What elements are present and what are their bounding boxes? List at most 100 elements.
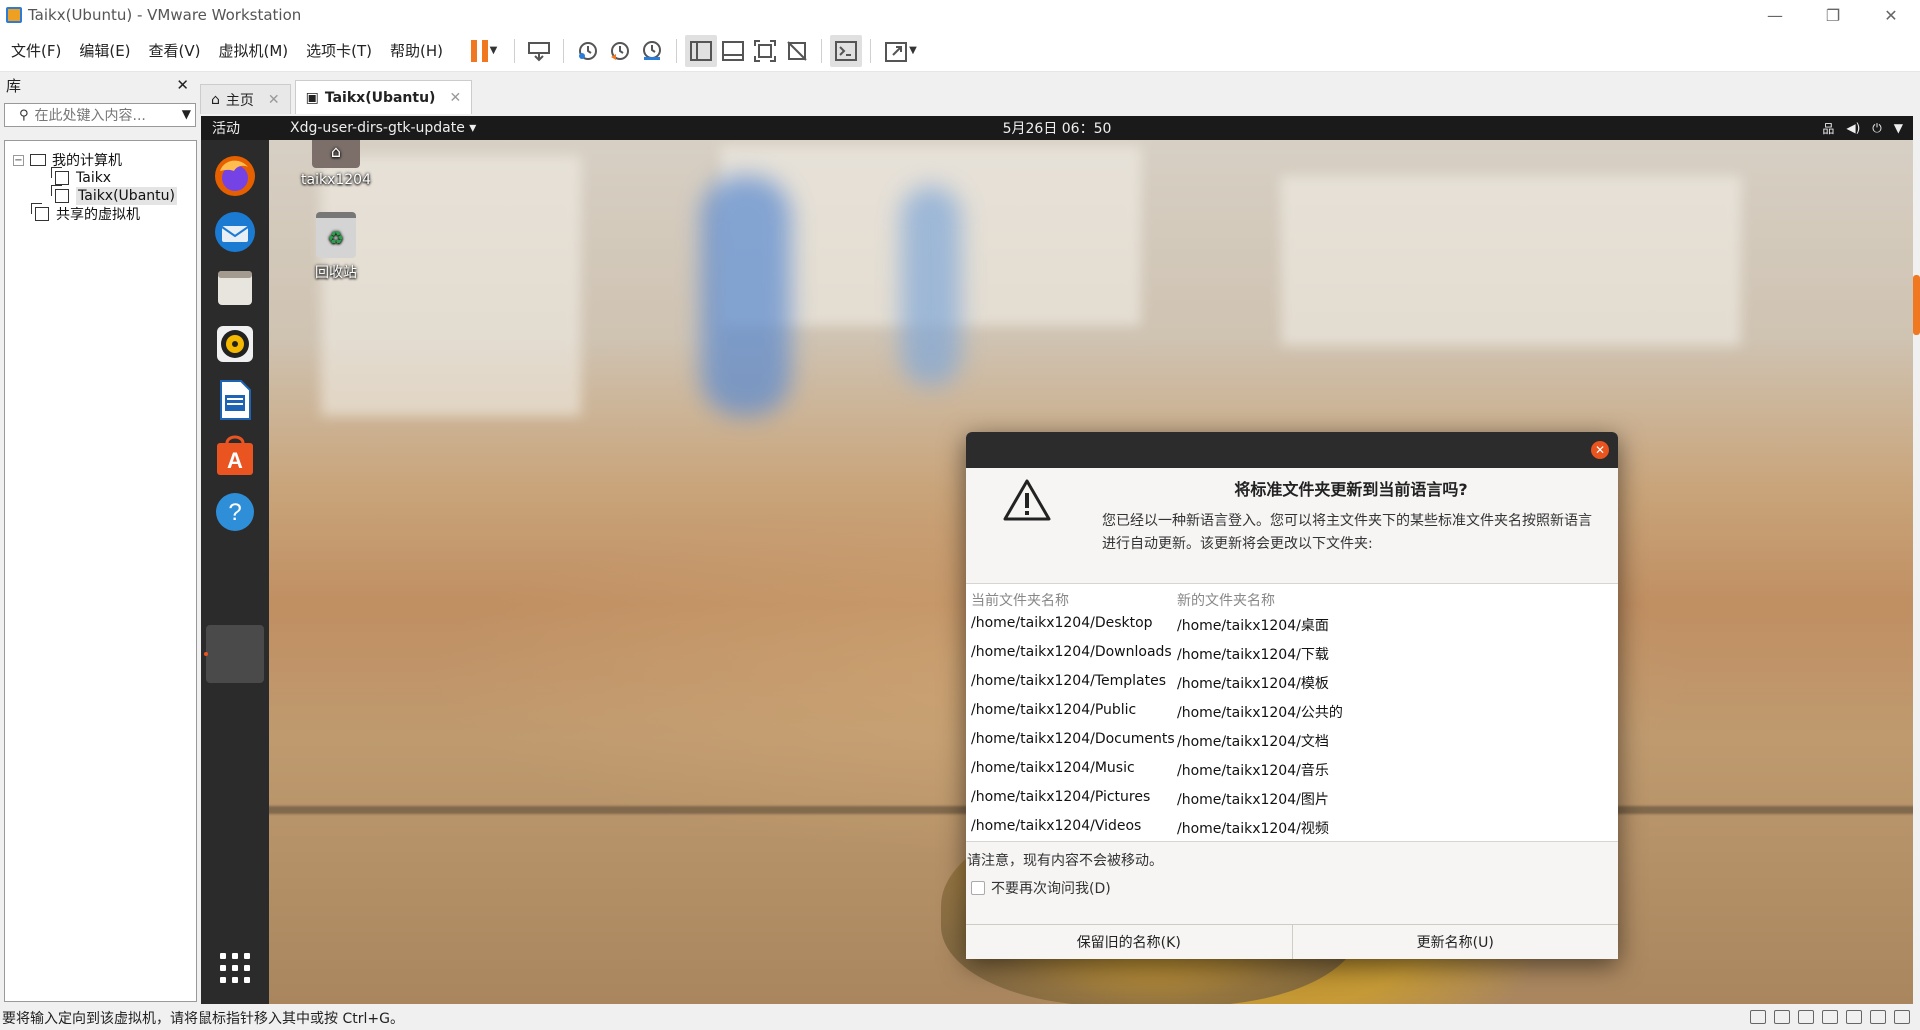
window-controls: — ❐ ✕	[1746, 0, 1920, 30]
dock-running-app[interactable]	[206, 625, 264, 683]
menu-edit[interactable]: 编辑(E)	[72, 40, 137, 61]
network-adapter-icon[interactable]	[1798, 1010, 1814, 1024]
library-layout-icon	[690, 40, 713, 61]
usb-icon[interactable]	[1822, 1010, 1838, 1024]
table-row[interactable]: /home/taikx1204/Videos/home/taikx1204/视频	[966, 813, 1618, 842]
dock-thunderbird[interactable]	[211, 208, 259, 256]
show-applications-button[interactable]	[211, 944, 259, 992]
dialog-note: 请注意，现有内容不会被移动。	[967, 853, 1163, 869]
table-row[interactable]: /home/taikx1204/Public/home/taikx1204/公共…	[966, 697, 1618, 726]
wallpaper-bright-area	[321, 156, 581, 416]
app-menu[interactable]: Xdg-user-dirs-gtk-update ▾	[290, 120, 476, 136]
dock-software[interactable]: A	[211, 432, 259, 480]
new-folder-cell: /home/taikx1204/公共的	[1177, 705, 1343, 721]
dock-firefox[interactable]	[211, 152, 259, 200]
suspend-button[interactable]: ▼	[462, 35, 506, 67]
snapshot-button[interactable]	[572, 35, 604, 67]
rhythmbox-icon	[217, 326, 253, 362]
tab-vm[interactable]: ▣ Taikx(Ubantu) ✕	[294, 80, 473, 114]
activities-button[interactable]: 活动	[212, 118, 240, 138]
revert-clock-icon	[611, 41, 630, 60]
dock-rhythmbox[interactable]	[211, 320, 259, 368]
dock-help[interactable]: ?	[211, 488, 259, 536]
dialog-close-button[interactable]: ✕	[1591, 441, 1609, 459]
vm-display[interactable]: 活动 Xdg-user-dirs-gtk-update ▾ 5月26日 06：5…	[201, 116, 1913, 1004]
table-row[interactable]: /home/taikx1204/Templates/home/taikx1204…	[966, 668, 1618, 697]
keep-old-names-button[interactable]: 保留旧的名称(K)	[966, 925, 1292, 959]
menu-help[interactable]: 帮助(H)	[383, 40, 450, 61]
table-row[interactable]: /home/taikx1204/Documents/home/taikx1204…	[966, 726, 1618, 755]
snapshot-clock-icon	[579, 41, 598, 60]
system-tray[interactable]: 品 ◀) ⏻ ▼	[1822, 120, 1903, 137]
unity-mode-icon	[787, 40, 807, 61]
close-tab-icon[interactable]: ✕	[268, 92, 280, 108]
tab-home[interactable]: ⌂ 主页 ✕	[200, 84, 291, 114]
toolbar-divider	[514, 38, 516, 63]
library-search-input[interactable]: ⚲ 在此处键入内容... ▼	[4, 103, 196, 127]
fullscreen-icon	[754, 39, 777, 62]
home-icon: ⌂	[211, 91, 220, 108]
display-icon[interactable]	[1894, 1010, 1910, 1024]
new-folder-cell: /home/taikx1204/图片	[1177, 792, 1329, 808]
chevron-down-icon[interactable]: ▼	[182, 107, 191, 121]
keyboard-send-icon	[528, 41, 551, 61]
wallpaper-bright-area	[1281, 176, 1741, 346]
restore-button[interactable]: ❐	[1804, 0, 1862, 30]
gnome-top-bar: 活动 Xdg-user-dirs-gtk-update ▾ 5月26日 06：5…	[201, 116, 1913, 140]
current-folder-cell: /home/taikx1204/Templates	[971, 673, 1166, 689]
full-screen-button[interactable]	[749, 35, 781, 67]
sound-card-icon[interactable]	[1870, 1010, 1886, 1024]
checkbox-box[interactable]	[971, 881, 985, 895]
menu-view[interactable]: 查看(V)	[142, 40, 208, 61]
show-thumbnail-bar-button[interactable]	[717, 35, 749, 67]
toolbar-divider	[563, 38, 565, 63]
menu-file[interactable]: 文件(F)	[4, 40, 68, 61]
new-folder-cell: /home/taikx1204/模板	[1177, 676, 1329, 692]
desktop-trash[interactable]: ♻ 回收站	[286, 212, 386, 282]
console-view-button[interactable]	[830, 34, 863, 67]
current-folder-cell: /home/taikx1204/Documents	[971, 731, 1175, 747]
send-ctrl-alt-del-button[interactable]	[523, 35, 555, 67]
close-window-button[interactable]: ✕	[1862, 0, 1920, 30]
tab-label: Taikx(Ubantu)	[324, 89, 436, 106]
tree-item-shared-vms[interactable]: 共享的虚拟机	[31, 203, 140, 225]
menu-tabs[interactable]: 选项卡(T)	[299, 40, 379, 61]
snapshot-manager-button[interactable]	[636, 35, 668, 67]
search-icon: ⚲	[19, 107, 29, 123]
unity-mode-button[interactable]	[781, 35, 813, 67]
table-row[interactable]: /home/taikx1204/Music/home/taikx1204/音乐	[966, 755, 1618, 784]
collapse-icon[interactable]: −	[13, 154, 24, 166]
volume-icon: ◀)	[1846, 121, 1861, 135]
help-icon: ?	[216, 493, 254, 531]
thunderbird-icon	[215, 212, 255, 252]
dont-ask-again-checkbox[interactable]: 不要再次询问我(D)	[971, 878, 1111, 898]
status-message: 要将输入定向到该虚拟机，请将鼠标指针移入其中或按 Ctrl+G。	[2, 1011, 404, 1027]
vm-vertical-scrollbar[interactable]	[1913, 80, 1920, 1004]
stretch-guest-button[interactable]: ▼	[879, 35, 923, 67]
tab-label: 主页	[225, 92, 254, 109]
hard-disk-icon[interactable]	[1750, 1010, 1766, 1024]
update-names-button[interactable]: 更新名称(U)	[1291, 925, 1618, 959]
snapshot-manager-icon	[643, 40, 662, 60]
revert-snapshot-button[interactable]	[604, 35, 636, 67]
files-icon	[218, 271, 252, 305]
table-row[interactable]: /home/taikx1204/Downloads/home/taikx1204…	[966, 639, 1618, 668]
table-row[interactable]: /home/taikx1204/Pictures/home/taikx1204/…	[966, 784, 1618, 813]
device-status-icons	[1750, 1010, 1910, 1024]
dock-libreoffice-writer[interactable]	[211, 376, 259, 424]
dock-files[interactable]	[211, 264, 259, 312]
app-grid-icon	[220, 953, 250, 983]
scrollbar-thumb[interactable]	[1913, 275, 1920, 335]
minimize-button[interactable]: —	[1746, 0, 1804, 30]
cd-dvd-icon[interactable]	[1774, 1010, 1790, 1024]
dialog-titlebar: ✕	[966, 432, 1618, 468]
window-title: Taikx(Ubuntu) - VMware Workstation	[28, 6, 302, 24]
close-library-icon[interactable]: ✕	[176, 76, 189, 94]
new-folder-cell: /home/taikx1204/文档	[1177, 734, 1329, 750]
printer-icon[interactable]	[1846, 1010, 1862, 1024]
show-library-button[interactable]	[685, 34, 718, 67]
menu-vm[interactable]: 虚拟机(M)	[212, 40, 296, 61]
close-tab-icon[interactable]: ✕	[449, 90, 461, 106]
table-row[interactable]: /home/taikx1204/Desktop/home/taikx1204/桌…	[966, 610, 1618, 639]
ubuntu-dock: A ?	[201, 140, 269, 1004]
